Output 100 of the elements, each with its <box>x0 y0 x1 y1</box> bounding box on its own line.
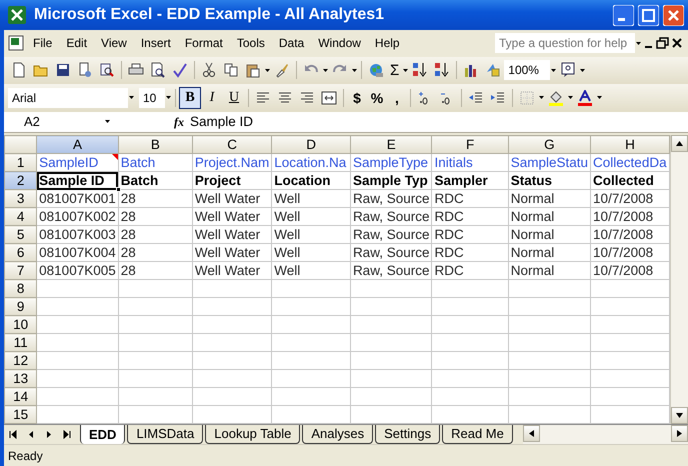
clipboard-icon[interactable] <box>245 62 261 78</box>
menu-item[interactable]: File <box>26 34 60 52</box>
table-cell: 081007K004 <box>36 244 118 262</box>
row-header[interactable]: 15 <box>4 406 37 424</box>
number-format-button[interactable]: , <box>387 86 407 109</box>
sheet-tab[interactable]: Lookup Table <box>205 425 300 444</box>
search-icon[interactable] <box>99 62 115 78</box>
row-header[interactable]: 13 <box>4 370 37 388</box>
sheet-tab[interactable]: Read Me <box>442 425 513 444</box>
menu-item[interactable]: Window <box>311 34 368 52</box>
column-header[interactable]: C <box>192 136 272 154</box>
table-cell: 28 <box>118 190 192 208</box>
globe-icon[interactable] <box>368 62 384 78</box>
format-button[interactable]: U <box>223 86 245 109</box>
document-badge-icon[interactable] <box>77 62 93 78</box>
status-text: Ready <box>8 448 43 465</box>
column-header[interactable]: E <box>350 136 432 154</box>
menu-item[interactable]: Format <box>178 34 230 52</box>
row-header[interactable]: 12 <box>4 352 37 370</box>
caret-icon[interactable] <box>579 66 586 74</box>
menu-item[interactable]: Insert <box>134 34 178 52</box>
row-header[interactable]: 7 <box>4 262 37 280</box>
zoom-field[interactable]: 100% <box>504 60 550 80</box>
scroll-left-icon[interactable] <box>528 430 534 438</box>
help-icon[interactable] <box>560 62 576 78</box>
last-sheet-icon[interactable] <box>63 430 72 440</box>
number-format-button[interactable]: $ <box>347 86 367 109</box>
row-header[interactable]: 2 <box>4 172 37 190</box>
row-header[interactable]: 1 <box>4 154 37 172</box>
row-header[interactable]: 14 <box>4 388 37 406</box>
first-sheet-icon[interactable] <box>9 430 18 440</box>
horizontal-scrollbar[interactable] <box>522 425 688 444</box>
page-magnifier-icon[interactable] <box>150 62 166 78</box>
fill-color-icon[interactable] <box>548 90 564 106</box>
menu-item[interactable]: Data <box>272 34 312 52</box>
column-header[interactable]: G <box>508 136 591 154</box>
menu-item[interactable]: Tools <box>230 34 272 52</box>
minimize-button[interactable] <box>613 4 634 26</box>
row-header[interactable]: 3 <box>4 190 37 208</box>
sheet-tab[interactable]: EDD <box>80 425 126 444</box>
close-icon[interactable] <box>670 36 684 50</box>
vertical-scrollbar[interactable] <box>670 135 688 424</box>
caret-icon[interactable] <box>351 66 358 74</box>
sort-ascending-icon[interactable] <box>412 62 428 78</box>
font-color-icon[interactable] <box>577 90 593 106</box>
scroll-up-icon[interactable] <box>676 141 683 146</box>
caret-icon[interactable] <box>264 66 271 74</box>
caret-icon[interactable] <box>322 66 329 74</box>
caret-icon[interactable] <box>567 94 574 102</box>
sheet-tab[interactable]: LIMSData <box>127 425 204 444</box>
scroll-right-icon[interactable] <box>677 430 682 438</box>
workbook-icon[interactable] <box>8 35 26 52</box>
function-button[interactable]: fx <box>174 112 184 131</box>
restore-icon[interactable] <box>656 36 670 50</box>
column-header[interactable]: D <box>272 136 350 154</box>
sort-descending-icon[interactable] <box>434 62 450 78</box>
font-size-field[interactable]: 10 <box>139 88 165 108</box>
formula-field[interactable]: Sample ID <box>190 112 254 132</box>
row-header[interactable]: 4 <box>4 208 37 226</box>
row-header[interactable]: 8 <box>4 280 37 298</box>
caret-icon[interactable] <box>402 66 410 74</box>
column-header[interactable]: H <box>590 136 670 154</box>
column-header[interactable]: B <box>118 136 192 154</box>
copy-icon[interactable] <box>223 62 239 78</box>
maximize-button[interactable] <box>638 4 659 26</box>
sheet-tab[interactable]: Settings <box>375 425 440 444</box>
scissors-icon[interactable] <box>201 62 217 78</box>
sum-button[interactable]: Σ <box>387 59 402 82</box>
spell-check-icon[interactable] <box>172 62 188 78</box>
column-header[interactable]: F <box>432 136 508 154</box>
paintbrush-icon[interactable] <box>274 62 290 78</box>
table-cell: SampleStatu <box>508 154 591 172</box>
help-search-field[interactable]: Type a question for help <box>495 33 635 54</box>
menu-item[interactable]: Edit <box>59 34 94 52</box>
document-icon[interactable] <box>11 62 27 78</box>
merge-center-icon[interactable] <box>321 90 337 106</box>
sheet-tab[interactable]: Analyses <box>302 425 374 444</box>
row-header[interactable]: 9 <box>4 298 37 316</box>
scroll-down-icon[interactable] <box>676 413 683 418</box>
row-header[interactable]: 5 <box>4 226 37 244</box>
column-header[interactable]: A <box>36 136 118 154</box>
menu-item[interactable]: Help <box>368 34 407 52</box>
close-button[interactable] <box>663 4 684 26</box>
shapes-icon[interactable] <box>485 62 502 78</box>
caret-icon[interactable] <box>538 94 545 102</box>
previous-sheet-icon[interactable] <box>27 430 36 440</box>
format-button[interactable]: B <box>179 86 201 109</box>
caret-icon[interactable] <box>104 118 111 126</box>
caret-icon[interactable] <box>550 66 558 74</box>
caret-icon[interactable] <box>596 94 603 102</box>
menu-item[interactable]: View <box>94 34 134 52</box>
number-format-button[interactable]: % <box>367 86 387 109</box>
row-header[interactable]: 10 <box>4 316 37 334</box>
font-name-field[interactable]: Arial <box>8 88 128 108</box>
name-box[interactable]: A2 <box>24 112 104 132</box>
fill-handle[interactable] <box>116 187 121 192</box>
table-cell: Normal <box>508 262 591 280</box>
format-button[interactable]: I <box>201 86 223 109</box>
row-header[interactable]: 11 <box>4 334 37 352</box>
row-header[interactable]: 6 <box>4 244 37 262</box>
